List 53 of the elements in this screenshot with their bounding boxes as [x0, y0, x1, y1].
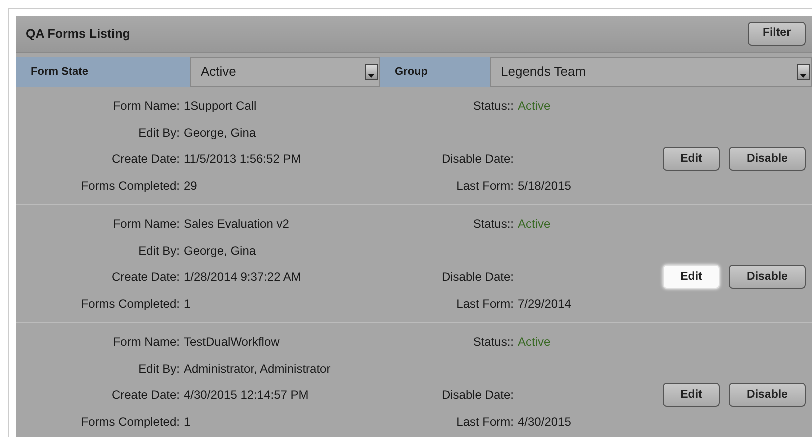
filter-button[interactable]: Filter: [748, 22, 806, 46]
panel-title: QA Forms Listing: [26, 26, 130, 43]
edit-button[interactable]: Edit: [663, 383, 720, 408]
field-label: Edit By:: [138, 242, 180, 260]
field-label: Status::: [472, 216, 514, 234]
field-label: Forms Completed:: [80, 296, 180, 313]
field-value: 29: [184, 178, 198, 195]
dropdown[interactable]: Legends Team: [490, 57, 812, 87]
field-label: Status::: [472, 334, 514, 352]
field-value: 7/29/2014: [518, 296, 572, 313]
field-value: TestDualWorkflow: [184, 334, 281, 352]
edit-button[interactable]: Edit: [663, 147, 720, 172]
field-value: 1: [184, 414, 192, 431]
edit-button[interactable]: Edit: [663, 265, 720, 290]
field-label: Last Form:: [456, 178, 514, 195]
field-label: Forms Completed:: [80, 178, 180, 195]
field-value: George, Gina: [184, 124, 258, 142]
field-label: Form Name:: [112, 216, 180, 234]
field-value: Administrator, Administrator: [184, 360, 332, 378]
field-label: Disable Date:: [440, 151, 514, 168]
disable-button[interactable]: Disable: [729, 265, 806, 290]
dropdown[interactable]: Active: [190, 57, 380, 87]
field-label: Disable Date:: [440, 387, 514, 404]
status-value: Active: [518, 216, 552, 234]
status-value: Active: [518, 98, 552, 116]
disable-button[interactable]: Disable: [729, 147, 806, 172]
field-value: 4/30/2015 12:14:57 PM: [184, 387, 310, 404]
field-label: Create Date:: [110, 151, 180, 168]
field-label: Create Date:: [110, 387, 180, 404]
field-label: Last Form:: [456, 296, 514, 313]
field-label: Form Name:: [112, 98, 180, 116]
field-value: 5/18/2015: [518, 178, 572, 195]
field-label: Edit By:: [138, 124, 180, 142]
caret-icon: [797, 64, 810, 80]
field-label: Form Name:: [112, 334, 180, 352]
field-value: 1/28/2014 9:37:22 AM: [184, 269, 302, 286]
field-label: Status::: [472, 98, 514, 116]
filter-label: Group: [380, 57, 490, 87]
field-value: 4/30/2015: [518, 414, 572, 431]
field-label: Disable Date:: [440, 269, 514, 286]
field-value: George, Gina: [184, 242, 258, 260]
filter-label: Form State: [16, 57, 190, 87]
field-label: Last Form:: [456, 414, 514, 431]
field-label: Edit By:: [138, 360, 180, 378]
field-value: 1: [184, 296, 192, 313]
field-value: Sales Evaluation v2: [184, 216, 290, 234]
field-value: 1Support Call: [184, 98, 258, 116]
field-label: Create Date:: [110, 269, 180, 286]
field-value: 11/5/2013 1:56:52 PM: [184, 151, 302, 168]
status-value: Active: [518, 334, 552, 352]
disable-button[interactable]: Disable: [729, 383, 806, 408]
caret-icon: [365, 64, 378, 80]
field-label: Forms Completed:: [80, 414, 180, 431]
